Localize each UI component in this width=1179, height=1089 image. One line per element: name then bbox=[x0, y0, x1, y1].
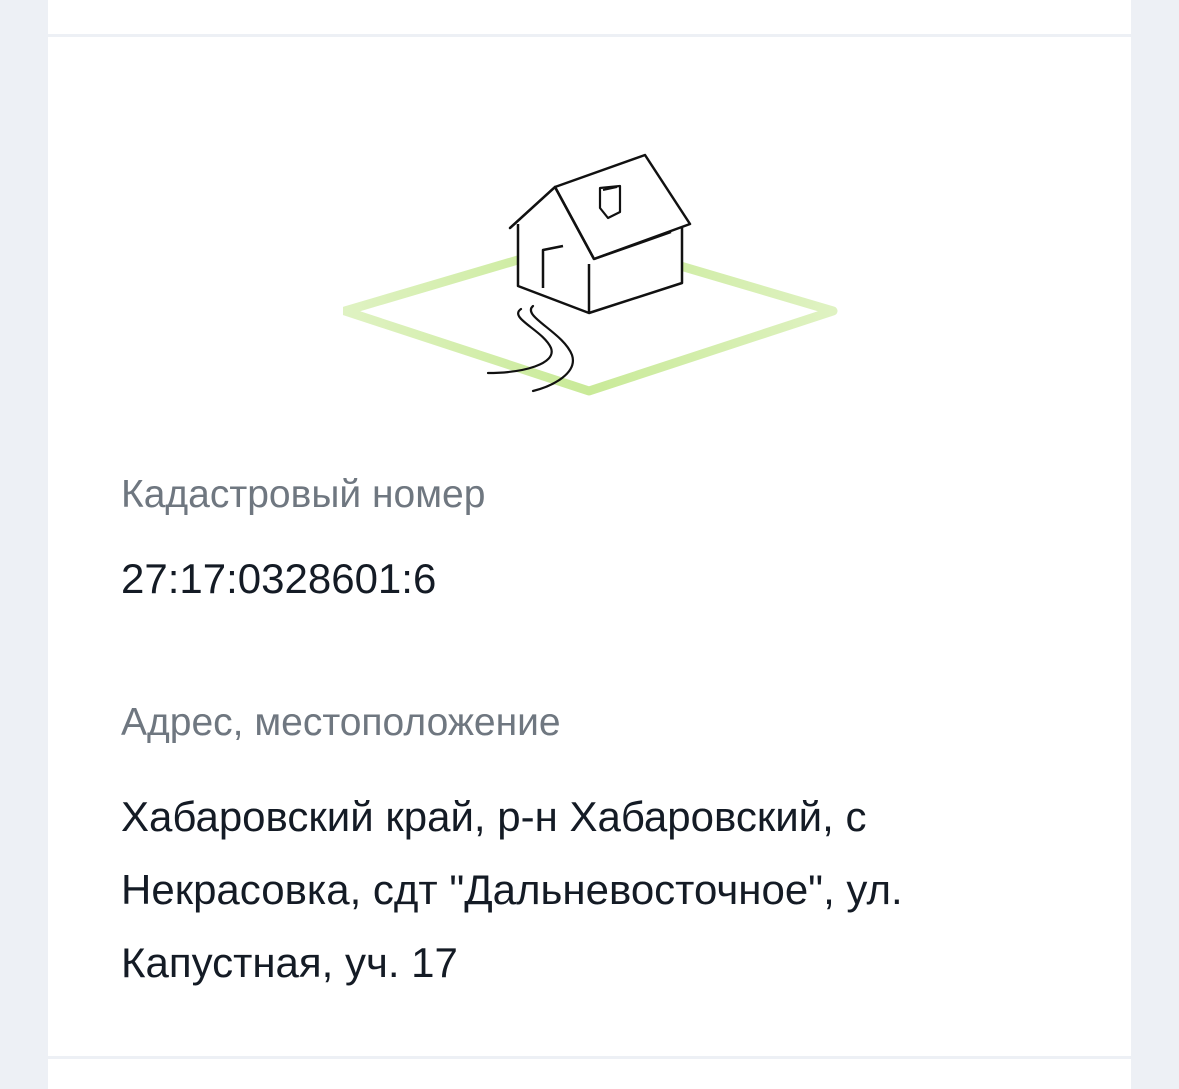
house-on-plot-icon bbox=[343, 153, 838, 396]
address-line: Капустная, уч. 17 bbox=[121, 939, 458, 986]
address-line: Некрасовка, сдт "Дальневосточное", ул. bbox=[121, 866, 903, 913]
cadastral-number-value: 27:17:0328601:6 bbox=[121, 555, 437, 602]
previous-card bbox=[48, 0, 1131, 34]
property-card: Кадастровый номер 27:17:0328601:6 Адрес,… bbox=[48, 37, 1131, 1056]
address-value: Хабаровский край, р-н Хабаровский, с Нек… bbox=[121, 780, 1081, 999]
next-card bbox=[48, 1059, 1131, 1089]
address-line: Хабаровский край, р-н Хабаровский, с bbox=[121, 793, 867, 840]
address-label: Адрес, местоположение bbox=[121, 701, 561, 744]
cadastral-number-label: Кадастровый номер bbox=[121, 473, 486, 516]
